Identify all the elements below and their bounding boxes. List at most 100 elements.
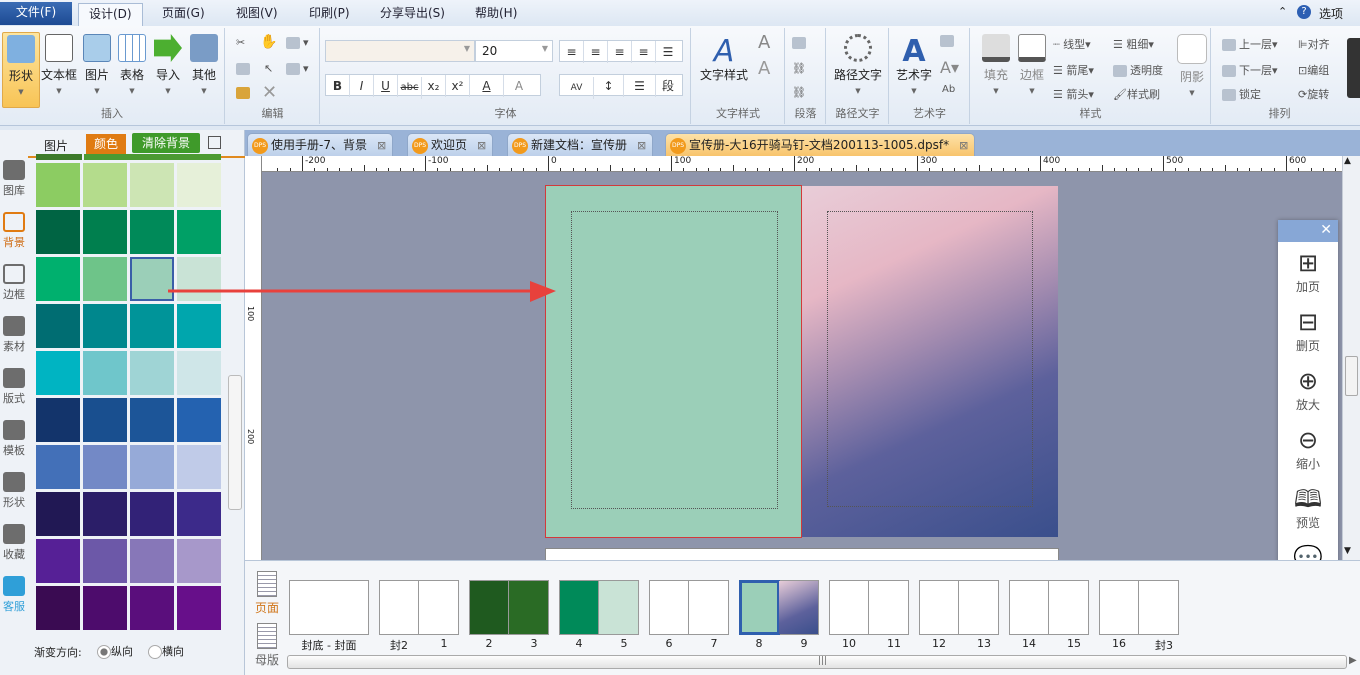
underline-button[interactable]: U bbox=[374, 75, 398, 97]
line-type-button[interactable]: ┈ 线型▾ bbox=[1053, 36, 1091, 52]
zoom-out-button[interactable]: ⊖ 缩小 bbox=[1278, 425, 1338, 472]
copy-icon[interactable] bbox=[236, 62, 253, 75]
delete-icon[interactable]: ✕ bbox=[262, 82, 277, 103]
hand-icon[interactable]: ✋ bbox=[260, 34, 277, 50]
panel-scrollbar-thumb[interactable] bbox=[228, 375, 242, 510]
nav-item-background[interactable]: 背景 bbox=[0, 212, 28, 250]
font-family-select[interactable]: ▼ bbox=[325, 40, 475, 62]
import-button[interactable]: 导入 ▼ bbox=[149, 32, 187, 106]
color-swatch[interactable] bbox=[36, 163, 80, 207]
color-swatch[interactable] bbox=[177, 257, 221, 301]
color-swatch[interactable] bbox=[177, 304, 221, 348]
nav-item-layout[interactable]: 版式 bbox=[0, 368, 28, 406]
horizontal-scrollbar[interactable]: ||| bbox=[287, 655, 1347, 669]
page-9[interactable] bbox=[802, 186, 1058, 537]
color-swatch[interactable] bbox=[130, 398, 174, 442]
nav-item-favorites[interactable]: 收藏 bbox=[0, 524, 28, 562]
tab-print[interactable]: 印刷(P) bbox=[299, 3, 360, 26]
doc-tab[interactable]: DPS 欢迎页 ⊠ bbox=[407, 133, 494, 156]
swatch-row-partial[interactable] bbox=[36, 154, 221, 160]
page-thumbnail[interactable] bbox=[379, 580, 459, 635]
text-shadow-icon[interactable]: A bbox=[758, 58, 770, 79]
tab-share-export[interactable]: 分享导出(S) bbox=[370, 3, 455, 26]
color-swatch[interactable] bbox=[36, 492, 80, 536]
other-button[interactable]: 其他 ▼ bbox=[185, 32, 223, 106]
color-swatch[interactable] bbox=[130, 492, 174, 536]
paragraph-icon[interactable]: 段 bbox=[656, 75, 680, 97]
color-swatch[interactable] bbox=[83, 445, 127, 489]
text-wrap-icon[interactable] bbox=[792, 36, 809, 49]
tab-color[interactable]: 颜色 bbox=[86, 134, 126, 154]
tab-view[interactable]: 视图(V) bbox=[226, 3, 288, 26]
italic-button[interactable]: I bbox=[350, 75, 374, 97]
nav-item-template[interactable]: 模板 bbox=[0, 420, 28, 458]
help-icon[interactable]: ? bbox=[1297, 5, 1311, 19]
doc-tab-active[interactable]: DPS 宣传册-大16开骑马钉-文档200113-1005.dpsf* ⊠ bbox=[665, 133, 976, 156]
color-swatch[interactable] bbox=[177, 163, 221, 207]
link-icon[interactable]: ⛓ bbox=[792, 62, 806, 75]
color-swatch[interactable] bbox=[130, 445, 174, 489]
scroll-right-icon[interactable]: ▶ bbox=[1349, 655, 1357, 666]
scrollbar-thumb[interactable] bbox=[1345, 356, 1358, 396]
table-button[interactable]: 表格 ▼ bbox=[113, 32, 151, 106]
preview-button[interactable]: 🕮 预览 bbox=[1278, 484, 1338, 531]
fill-button[interactable]: 填充 ▼ bbox=[977, 32, 1015, 106]
align-right-icon[interactable]: ≡ bbox=[608, 41, 632, 63]
gradient-horizontal-radio[interactable]: 横向 bbox=[148, 643, 184, 659]
align-left-icon[interactable]: ≡ bbox=[560, 41, 584, 63]
nav-item-material[interactable]: 素材 bbox=[0, 316, 28, 354]
picture-button[interactable]: 图片 ▼ bbox=[78, 32, 116, 106]
nav-item-gallery[interactable]: 图库 bbox=[0, 160, 28, 198]
color-swatch[interactable] bbox=[130, 304, 174, 348]
border-button[interactable]: 边框 ▼ bbox=[1013, 32, 1051, 106]
format-icon[interactable]: ▾ bbox=[286, 36, 309, 49]
superscript-button[interactable]: x² bbox=[446, 75, 470, 97]
color-swatch[interactable] bbox=[177, 351, 221, 395]
color-swatch[interactable] bbox=[83, 163, 127, 207]
text-outline-icon[interactable]: A bbox=[758, 32, 770, 53]
color-swatch[interactable] bbox=[177, 398, 221, 442]
color-swatch[interactable] bbox=[83, 492, 127, 536]
page-thumbnail[interactable] bbox=[1009, 580, 1089, 635]
page-thumbnail[interactable] bbox=[739, 580, 819, 635]
shape-button[interactable]: 形状 ▼ bbox=[2, 32, 40, 108]
pointer-icon[interactable]: ↖ bbox=[264, 62, 273, 75]
page-8-selected[interactable] bbox=[545, 185, 802, 538]
color-swatch[interactable] bbox=[36, 539, 80, 583]
rotate-button[interactable]: ⟳旋转 bbox=[1298, 86, 1329, 102]
expand-icon[interactable] bbox=[208, 136, 221, 149]
bold-button[interactable]: B bbox=[326, 75, 350, 97]
page-thumbnail[interactable] bbox=[559, 580, 639, 635]
color-swatch[interactable] bbox=[177, 210, 221, 254]
color-swatch[interactable] bbox=[130, 351, 174, 395]
close-tab-icon[interactable]: ⊠ bbox=[959, 139, 968, 152]
close-tab-icon[interactable]: ⊠ bbox=[377, 139, 386, 152]
color-swatch[interactable] bbox=[36, 398, 80, 442]
edit-art-text-icon[interactable] bbox=[940, 34, 957, 47]
color-swatch[interactable] bbox=[36, 210, 80, 254]
master-tab[interactable]: 母版 bbox=[249, 623, 285, 668]
transparency-button[interactable]: 透明度 bbox=[1113, 62, 1163, 78]
art-text-button[interactable]: A 艺术字 ▼ bbox=[892, 32, 936, 106]
arrow-tail-button[interactable]: ☰ 箭尾▾ bbox=[1053, 62, 1094, 78]
tab-picture[interactable]: 图片 bbox=[44, 137, 68, 154]
font-color-button[interactable]: A bbox=[470, 75, 504, 97]
list-icon[interactable]: ☰ bbox=[624, 75, 656, 97]
color-swatch[interactable] bbox=[83, 351, 127, 395]
group-button[interactable]: ⊡编组 bbox=[1298, 62, 1329, 78]
eyedropper-icon[interactable]: ▾ bbox=[286, 62, 309, 75]
color-swatch[interactable] bbox=[36, 304, 80, 348]
side-handle[interactable] bbox=[1347, 38, 1360, 98]
path-text-button[interactable]: 路径文字 ▼ bbox=[831, 32, 885, 106]
clear-background-button[interactable]: 清除背景 bbox=[132, 133, 200, 153]
tab-help[interactable]: 帮助(H) bbox=[465, 3, 527, 26]
color-swatch[interactable] bbox=[83, 586, 127, 630]
format-brush-button[interactable]: 🖌样式刷 bbox=[1113, 86, 1160, 102]
close-tab-icon[interactable]: ⊠ bbox=[477, 139, 486, 152]
file-menu[interactable]: 文件(F) bbox=[0, 2, 72, 25]
paste-icon[interactable] bbox=[236, 86, 253, 99]
page-thumbnail[interactable] bbox=[829, 580, 909, 635]
color-swatch[interactable] bbox=[177, 586, 221, 630]
page-thumbnail[interactable] bbox=[1099, 580, 1179, 635]
color-swatch[interactable] bbox=[83, 398, 127, 442]
